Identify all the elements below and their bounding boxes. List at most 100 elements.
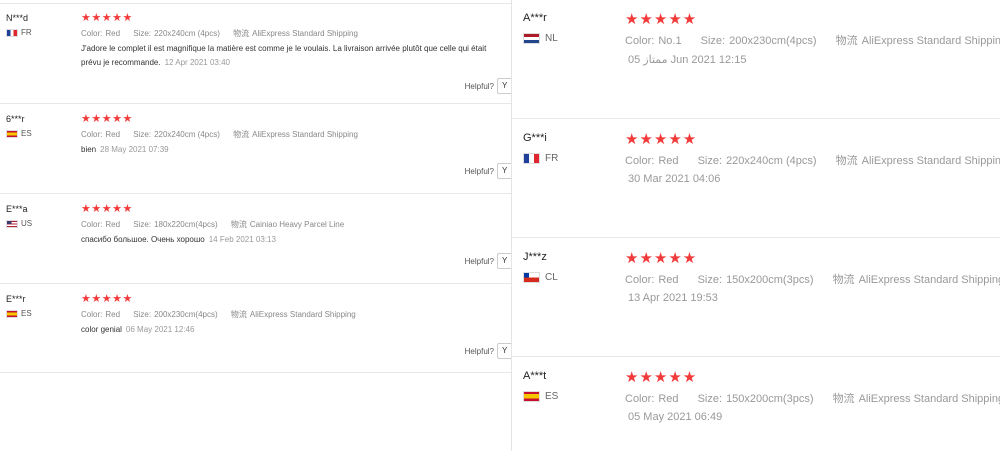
- review-feedback: J'adore le complet il est magnifique la …: [81, 42, 501, 70]
- star-rating: ★★★★★: [625, 250, 698, 267]
- color-label: Color:: [81, 220, 103, 229]
- review-date: 30 Mar 2021 04:06: [628, 173, 721, 185]
- order-info: Color: Red Size: 220x240cm (4pcs) 物流 AliExp…: [81, 28, 369, 39]
- review-date: 05 May 2021 06:49: [628, 411, 723, 423]
- usa-flag-icon: [6, 219, 18, 228]
- country-code: FR: [21, 28, 32, 37]
- reviewer-country: NL: [523, 33, 558, 44]
- helpful-yes-button[interactable]: Y: [497, 253, 511, 269]
- reviewer-country: CL: [523, 272, 558, 283]
- star-rating: ★★★★★: [81, 12, 133, 24]
- reviewer-country: ES: [6, 129, 32, 138]
- shipping-label: 物流: [832, 393, 855, 405]
- helpful-yes-button[interactable]: Y: [497, 163, 511, 179]
- size-value: 200x230cm(4pcs): [154, 310, 218, 319]
- reviewer-name: 6***r: [6, 114, 25, 124]
- review-feedback: спасибо большое. Очень хорошо 14 Feb 2021…: [81, 233, 501, 247]
- france-flag-icon: [6, 28, 18, 37]
- size-value: 150x200cm(3pcs): [726, 393, 814, 405]
- size-value: 180x220cm(4pcs): [154, 220, 218, 229]
- spain-flag-icon: [6, 129, 18, 138]
- star-rating: ★★★★★: [81, 293, 133, 305]
- size-label: Size:: [697, 393, 723, 405]
- star-rating: ★★★★★: [625, 11, 698, 28]
- country-code: US: [21, 219, 33, 228]
- shipping-value: AliExpress Standard Shipping: [858, 393, 1000, 405]
- reviewer-country: ES: [523, 391, 558, 402]
- size-value: 150x200cm(3pcs): [726, 274, 814, 286]
- country-code: CL: [545, 272, 558, 283]
- review-date: 06 May 2021 12:46: [125, 325, 195, 334]
- right-review-panel: A***r NL ★★★★★ Color: No.1 Size: 200x230cm…: [512, 0, 1000, 451]
- helpful-yes-button[interactable]: Y: [497, 78, 511, 94]
- shipping-label: 物流: [835, 35, 858, 47]
- review-date: 12 Apr 2021 03:40: [164, 58, 230, 67]
- review-item: E***a US ★★★★★ Color: Red Size: 180x220cm(…: [0, 195, 511, 284]
- color-value: Red: [105, 130, 121, 139]
- helpful-label: Helpful?: [464, 82, 494, 91]
- spain-flag-icon: [523, 391, 540, 402]
- feedback-text-line1: bien: [81, 145, 97, 154]
- size-value: 220x240cm (4pcs): [726, 155, 817, 167]
- color-label: Color:: [625, 393, 655, 405]
- shipping-value: AliExpress Standard Shipping: [252, 130, 358, 139]
- order-info: Color: Red Size: 150x200cm(3pcs) 物流 AliExpr…: [625, 271, 1000, 287]
- star-rating: ★★★★★: [81, 113, 133, 125]
- star-rating: ★★★★★: [625, 369, 698, 386]
- order-info: Color: Red Size: 220x240cm (4pcs) 物流 AliExp…: [625, 152, 1000, 168]
- color-value: Red: [105, 220, 121, 229]
- reviewer-country: FR: [6, 28, 32, 37]
- size-label: Size:: [133, 220, 152, 229]
- country-code: ES: [545, 391, 559, 402]
- color-value: Red: [105, 29, 121, 38]
- reviewer-name: E***a: [6, 204, 28, 214]
- review-item: E***r ES ★★★★★ Color: Red Size: 200x230cm(…: [0, 285, 511, 373]
- review-item: 6***r ES ★★★★★ Color: Red Size: 220x240cm …: [0, 105, 511, 194]
- review-date: 28 May 2021 07:39: [100, 145, 169, 154]
- left-review-panel: N***d FR ★★★★★ Color: Red Size: 220x240cm …: [0, 0, 511, 451]
- color-label: Color:: [81, 130, 103, 139]
- review-item: A***r NL ★★★★★ Color: No.1 Size: 200x230cm…: [512, 0, 1000, 119]
- size-value: 220x240cm (4pcs): [154, 29, 220, 38]
- country-code: FR: [545, 153, 559, 164]
- color-value: Red: [658, 274, 679, 286]
- feedback-text-line1: color genial: [81, 325, 122, 334]
- order-info: Color: No.1 Size: 200x230cm(4pcs) 物流 AliExp…: [625, 32, 1000, 48]
- size-label: Size:: [133, 130, 152, 139]
- order-info: Color: Red Size: 220x240cm (4pcs) 物流 AliExp…: [81, 129, 369, 140]
- size-value: 200x230cm(4pcs): [729, 35, 817, 47]
- france-flag-icon: [523, 153, 540, 164]
- reviewer-name: A***r: [523, 12, 547, 24]
- review-item: N***d FR ★★★★★ Color: Red Size: 220x240cm …: [0, 4, 511, 104]
- review-feedback: bien 28 May 2021 07:39: [81, 143, 501, 157]
- color-value: Red: [658, 393, 679, 405]
- reviewer-country: ES: [6, 309, 32, 318]
- reviewer-country: US: [6, 219, 32, 228]
- feedback-text-line1: спасибо большое. Очень хорошо: [81, 235, 205, 244]
- shipping-label: 物流: [230, 310, 247, 319]
- reviewer-name: N***d: [6, 13, 29, 23]
- color-value: No.1: [658, 35, 682, 47]
- review-item: A***t ES ★★★★★ Color: Red Size: 150x200cm(…: [512, 358, 1000, 451]
- country-code: ES: [21, 309, 32, 318]
- reviewer-name: G***i: [523, 132, 547, 144]
- size-label: Size:: [133, 29, 152, 38]
- review-item: G***i FR ★★★★★ Color: Red Size: 220x240cm …: [512, 120, 1000, 238]
- color-label: Color:: [625, 274, 655, 286]
- color-label: Color:: [81, 310, 103, 319]
- country-code: ES: [21, 129, 32, 138]
- size-label: Size:: [700, 35, 726, 47]
- review-feedback: color genial 06 May 2021 12:46: [81, 323, 501, 337]
- shipping-label: 物流: [832, 274, 855, 286]
- order-info: Color: Red Size: 180x220cm(4pcs) 物流 Cainiao…: [81, 219, 355, 230]
- color-label: Color:: [81, 29, 103, 38]
- shipping-label: 物流: [835, 155, 858, 167]
- netherlands-flag-icon: [523, 33, 540, 44]
- review-item: J***z CL ★★★★★ Color: Red Size: 150x200cm(…: [512, 239, 1000, 357]
- star-rating: ★★★★★: [81, 203, 133, 215]
- size-label: Size:: [133, 310, 152, 319]
- shipping-label: 物流: [233, 29, 250, 38]
- review-date: 05 ممتاز Jun 2021 12:15: [628, 54, 747, 66]
- helpful-yes-button[interactable]: Y: [497, 343, 511, 359]
- color-value: Red: [105, 310, 121, 319]
